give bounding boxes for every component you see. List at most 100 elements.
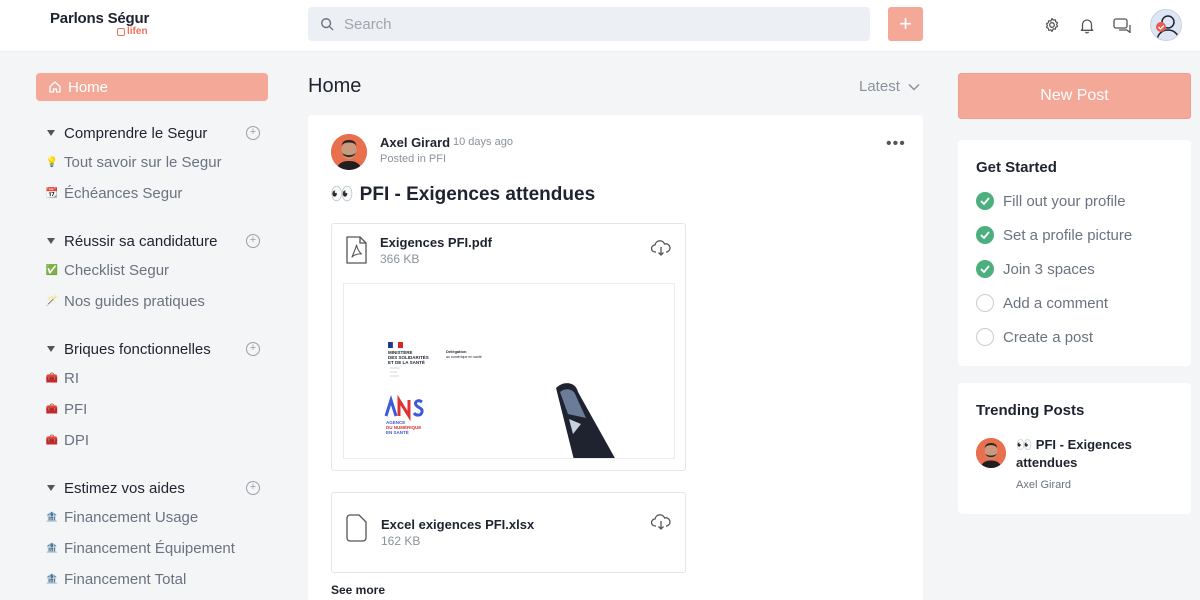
search-input[interactable] <box>344 15 844 33</box>
trending-posts-card: Trending Posts 👀 PFI - Exigences attendu… <box>958 383 1191 514</box>
task-item[interactable]: Add a comment <box>976 294 1108 312</box>
attachment-size: 366 KB <box>380 252 420 266</box>
check-circle-icon <box>976 226 994 244</box>
caret-down-icon <box>47 238 55 244</box>
svg-text:Délégation: Délégation <box>446 349 467 354</box>
author-avatar[interactable] <box>976 438 1006 468</box>
sidebar-item-home[interactable]: Home <box>36 73 268 101</box>
sidebar-item[interactable]: 🏦 Financement Total <box>36 564 268 595</box>
empty-circle-icon <box>976 328 994 346</box>
sidebar-section-title: Réussir sa candidature <box>64 232 218 250</box>
post-space[interactable]: Posted in PFI <box>380 153 446 165</box>
post-author[interactable]: Axel Girard <box>380 135 450 150</box>
caret-down-icon <box>47 346 55 352</box>
page-title: Home <box>308 75 362 97</box>
create-button[interactable]: + <box>888 7 923 41</box>
lightbulb-icon: 💡 <box>45 157 59 168</box>
card-title: Get Started <box>976 159 1057 176</box>
sidebar-item[interactable]: 🪄 Nos guides pratiques <box>36 286 268 317</box>
attachment-card[interactable]: Excel exigences PFI.xlsx 162 KB <box>331 492 686 573</box>
author-avatar[interactable] <box>331 134 367 170</box>
task-item[interactable]: Set a profile picture <box>976 226 1132 244</box>
sidebar-item-label: Tout savoir sur le Segur <box>64 154 222 171</box>
empty-circle-icon <box>976 294 994 312</box>
file-icon <box>346 514 367 542</box>
add-circle-icon[interactable]: + <box>246 481 260 495</box>
sidebar-section-title: Briques fonctionnelles <box>64 340 211 358</box>
pdf-preview-image: MINISTÈRE DES SOLIDARITÉS ET DE LA SANTÉ… <box>384 341 615 458</box>
task-item[interactable]: Create a post <box>976 328 1093 346</box>
sidebar-section-header[interactable]: Briques fonctionnelles + <box>36 335 268 363</box>
cloud-download-icon[interactable] <box>651 240 671 256</box>
toolbox-icon: 🧰 <box>45 404 59 415</box>
sidebar-item[interactable]: 🧰 PFI <box>36 394 268 425</box>
trending-post-author: Axel Girard <box>1016 479 1072 491</box>
caret-down-icon <box>47 485 55 491</box>
sidebar-item[interactable]: 📆 Échéances Segur <box>36 178 268 209</box>
search-bar[interactable] <box>308 7 870 41</box>
sidebar-section: Réussir sa candidature + ✅ Checklist Segu… <box>36 227 268 317</box>
sidebar-item[interactable]: 🏦 Financement Équipement <box>36 533 268 564</box>
task-label: Fill out your profile <box>1003 192 1126 210</box>
sidebar-section-header[interactable]: Comprendre le Segur + <box>36 119 268 147</box>
attachment-size: 162 KB <box>381 534 421 548</box>
sidebar-item[interactable]: 🧰 RI <box>36 363 268 394</box>
brand-logo[interactable]: Parlons Ségur lifen <box>50 10 149 37</box>
card-title: Trending Posts <box>976 402 1085 419</box>
sidebar-item-label: Nos guides pratiques <box>64 293 205 310</box>
post-title[interactable]: 👀 PFI - Exigences attendues <box>330 182 595 206</box>
eyes-emoji-icon: 👀 <box>330 184 354 205</box>
sort-label: Latest <box>859 78 900 95</box>
new-post-button[interactable]: New Post <box>958 73 1191 119</box>
messages-chat-icon[interactable] <box>1113 16 1133 34</box>
svg-text:MINISTÈRE: MINISTÈRE <box>388 348 413 355</box>
notifications-bell-icon[interactable] <box>1078 16 1096 34</box>
task-label: Set a profile picture <box>1003 226 1133 244</box>
check-circle-icon <box>976 192 994 210</box>
magic-wand-icon: 🪄 <box>45 296 59 307</box>
caret-down-icon <box>47 130 55 136</box>
lifen-logo-icon <box>117 27 125 36</box>
svg-text:EN SANTÉ: EN SANTÉ <box>386 428 409 435</box>
see-more-link[interactable]: See more <box>331 583 385 597</box>
svg-text:DES SOLIDARITÉS: DES SOLIDARITÉS <box>388 353 429 360</box>
chevron-down-icon <box>908 83 920 91</box>
sidebar-item[interactable]: ✅ Checklist Segur <box>36 255 268 286</box>
settings-gear-icon[interactable] <box>1043 16 1061 34</box>
sidebar-item-label: RI <box>64 370 79 387</box>
sidebar-item[interactable]: 🧰 DPI <box>36 425 268 456</box>
sort-dropdown[interactable]: Latest <box>859 78 920 95</box>
more-options-icon[interactable]: ••• <box>886 136 906 152</box>
add-circle-icon[interactable]: + <box>246 126 260 140</box>
sidebar-section: Comprendre le Segur + 💡 Tout savoir sur l… <box>36 119 268 209</box>
cloud-download-icon[interactable] <box>651 514 671 530</box>
task-label: Create a post <box>1003 328 1094 346</box>
user-avatar[interactable] <box>1150 9 1182 41</box>
home-icon <box>49 81 61 93</box>
sidebar-item-label: Échéances Segur <box>64 185 183 202</box>
sidebar-item[interactable]: 💡 Tout savoir sur le Segur <box>36 147 268 178</box>
brand-sub: lifen <box>117 26 149 37</box>
add-circle-icon[interactable]: + <box>246 342 260 356</box>
task-item[interactable]: Join 3 spaces <box>976 260 1095 278</box>
add-circle-icon[interactable]: + <box>246 234 260 248</box>
attachment-card[interactable]: Exigences PFI.pdf 366 KB MINISTÈRE DES S… <box>331 223 686 471</box>
sidebar-item-label: Financement Usage <box>64 509 199 526</box>
task-item[interactable]: Fill out your profile <box>976 192 1126 210</box>
sidebar-section-header[interactable]: Estimez vos aides + <box>36 474 268 502</box>
sidebar-section: Estimez vos aides + 🏦 Financement Usage 🏦… <box>36 474 268 595</box>
sidebar-item-label: PFI <box>64 401 88 418</box>
sidebar-item-label: Home <box>68 78 109 96</box>
sidebar-section-header[interactable]: Réussir sa candidature + <box>36 227 268 255</box>
bank-icon: 🏦 <box>45 512 59 523</box>
sidebar-item-label: Financement Total <box>64 571 187 588</box>
post-card: Axel Girard 10 days ago Posted in PFI ••… <box>308 115 923 600</box>
toolbox-icon: 🧰 <box>45 435 59 446</box>
pdf-preview[interactable]: MINISTÈRE DES SOLIDARITÉS ET DE LA SANTÉ… <box>343 283 675 459</box>
svg-text:ET DE LA SANTÉ: ET DE LA SANTÉ <box>388 358 425 365</box>
brand-sub-text: lifen <box>127 26 148 37</box>
post-title-text: PFI - Exigences attendues <box>359 184 596 205</box>
trending-post-title[interactable]: 👀 PFI - Exigences attendues <box>1016 436 1156 472</box>
toolbox-icon: 🧰 <box>45 373 59 384</box>
sidebar-item[interactable]: 🏦 Financement Usage <box>36 502 268 533</box>
